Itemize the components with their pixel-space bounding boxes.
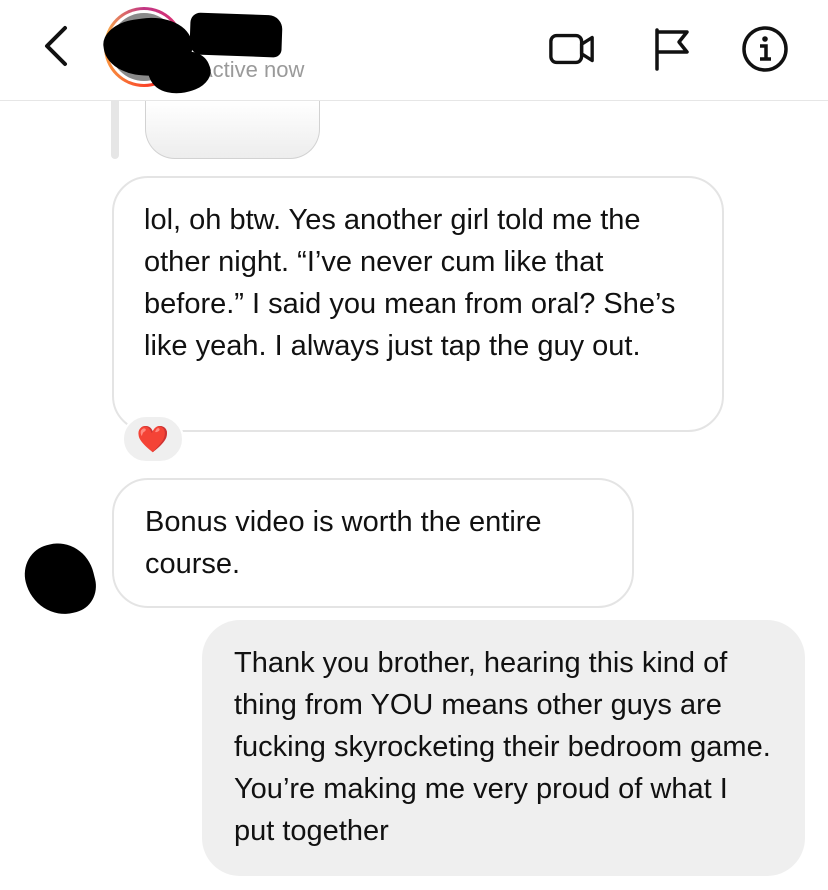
- heart-reaction[interactable]: ❤️: [122, 415, 184, 463]
- redaction-mark: [189, 12, 283, 58]
- outgoing-message-bubble[interactable]: Thank you brother, hearing this kind of …: [202, 620, 805, 876]
- report-flag-button[interactable]: [648, 25, 696, 73]
- reply-thread-line: [111, 101, 119, 159]
- shared-media-preview[interactable]: [145, 101, 320, 159]
- flag-icon: [655, 28, 689, 71]
- incoming-message-bubble[interactable]: lol, oh btw. Yes another girl told me th…: [112, 176, 724, 432]
- sender-avatar-redacted: [18, 535, 102, 623]
- back-button[interactable]: [34, 22, 78, 70]
- active-status: Active now: [198, 57, 305, 82]
- heart-icon: ❤️: [136, 423, 170, 454]
- incoming-message-bubble[interactable]: Bonus video is worth the entire course.: [112, 478, 634, 608]
- chat-header: Jo Active now: [0, 0, 828, 104]
- video-camera-icon: [549, 33, 594, 65]
- info-button[interactable]: [741, 25, 789, 73]
- chevron-left-icon: [45, 26, 67, 66]
- info-icon: [742, 26, 788, 72]
- video-call-button[interactable]: [548, 25, 596, 73]
